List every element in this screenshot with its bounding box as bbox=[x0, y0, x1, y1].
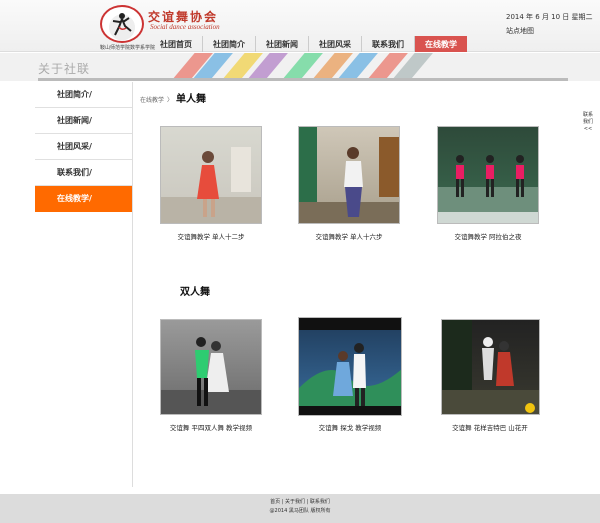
video-thumbnail[interactable] bbox=[298, 126, 400, 224]
nav-item-contact[interactable]: 联系我们 bbox=[362, 36, 415, 52]
nav-item-news[interactable]: 社团新闻 bbox=[256, 36, 309, 52]
sidebar-item-contact[interactable]: 联系我们/ bbox=[35, 160, 133, 186]
video-caption[interactable]: 交谊舞教学 阿拉伯之夜 bbox=[418, 231, 558, 241]
floating-contact-label: 联系我们 bbox=[583, 112, 594, 125]
breadcrumb-parent[interactable]: 在线教学 bbox=[140, 97, 164, 104]
double-chevron-left-icon: << bbox=[583, 126, 593, 132]
footer-copyright: @2014 黑马团队 版权所有 bbox=[269, 508, 331, 514]
section-title-double: 双人舞 bbox=[180, 287, 210, 298]
site-footer: 首页 | 关于我们 | 联系我们 @2014 黑马团队 版权所有 bbox=[0, 494, 600, 523]
sidebar-item-news[interactable]: 社团新闻/ bbox=[35, 108, 133, 134]
nav-item-gallery[interactable]: 社团风采 bbox=[309, 36, 362, 52]
video-thumbnail[interactable] bbox=[160, 126, 262, 224]
logo-school: 鞍山师范学院数学系学院 bbox=[100, 45, 156, 51]
video-caption[interactable]: 交谊舞 花样吉特巴 山花开 bbox=[420, 422, 560, 432]
banner-title: 关于社联 bbox=[38, 62, 91, 76]
banner-divider bbox=[38, 78, 568, 81]
site-logo[interactable] bbox=[100, 5, 144, 43]
video-caption[interactable]: 交谊舞教学 单人十二步 bbox=[141, 231, 281, 241]
section-banner: 关于社联 bbox=[0, 53, 600, 81]
breadcrumb-current: 单人舞 bbox=[176, 94, 207, 105]
breadcrumb: 在线教学〉单人舞 bbox=[140, 90, 206, 105]
sidebar: 社团简介/ 社团新闻/ 社团风采/ 联系我们/ 在线教学/ bbox=[35, 82, 133, 212]
sitemap-link[interactable]: 站点地图 bbox=[506, 26, 534, 36]
video-thumbnail[interactable] bbox=[441, 319, 540, 415]
breadcrumb-separator: 〉 bbox=[167, 97, 174, 104]
sidebar-item-about[interactable]: 社团简介/ bbox=[35, 82, 133, 108]
nav-item-about[interactable]: 社团简介 bbox=[203, 36, 256, 52]
current-date: 2014 年 6 月 10 日 星期二 bbox=[506, 13, 593, 21]
main-nav: 社团首页 社团简介 社团新闻 社团风采 联系我们 在线教学 bbox=[150, 36, 467, 52]
site-header: 交谊舞协会 Social dance association 鞍山师范学院数学系… bbox=[0, 0, 600, 52]
sidebar-item-online-teaching[interactable]: 在线教学/ bbox=[35, 186, 133, 212]
video-thumbnail[interactable] bbox=[437, 126, 539, 224]
dancer-icon bbox=[112, 13, 132, 36]
video-caption[interactable]: 交谊舞教学 单人十六步 bbox=[279, 231, 419, 241]
nav-item-online-teaching[interactable]: 在线教学 bbox=[415, 36, 467, 52]
video-thumbnail[interactable] bbox=[160, 319, 262, 415]
footer-links[interactable]: 首页 | 关于我们 | 联系我们 bbox=[0, 498, 600, 505]
video-thumbnail[interactable] bbox=[298, 317, 402, 416]
nav-item-home[interactable]: 社团首页 bbox=[150, 36, 203, 52]
video-caption[interactable]: 交谊舞 探戈 教学视频 bbox=[280, 422, 420, 432]
logo-subtitle: Social dance association bbox=[150, 23, 220, 31]
sidebar-divider bbox=[132, 82, 133, 487]
video-caption[interactable]: 交谊舞 平四双人舞 教学视频 bbox=[141, 422, 281, 432]
floating-contact[interactable]: 联系我们 << bbox=[583, 112, 593, 133]
sidebar-item-gallery[interactable]: 社团风采/ bbox=[35, 134, 133, 160]
